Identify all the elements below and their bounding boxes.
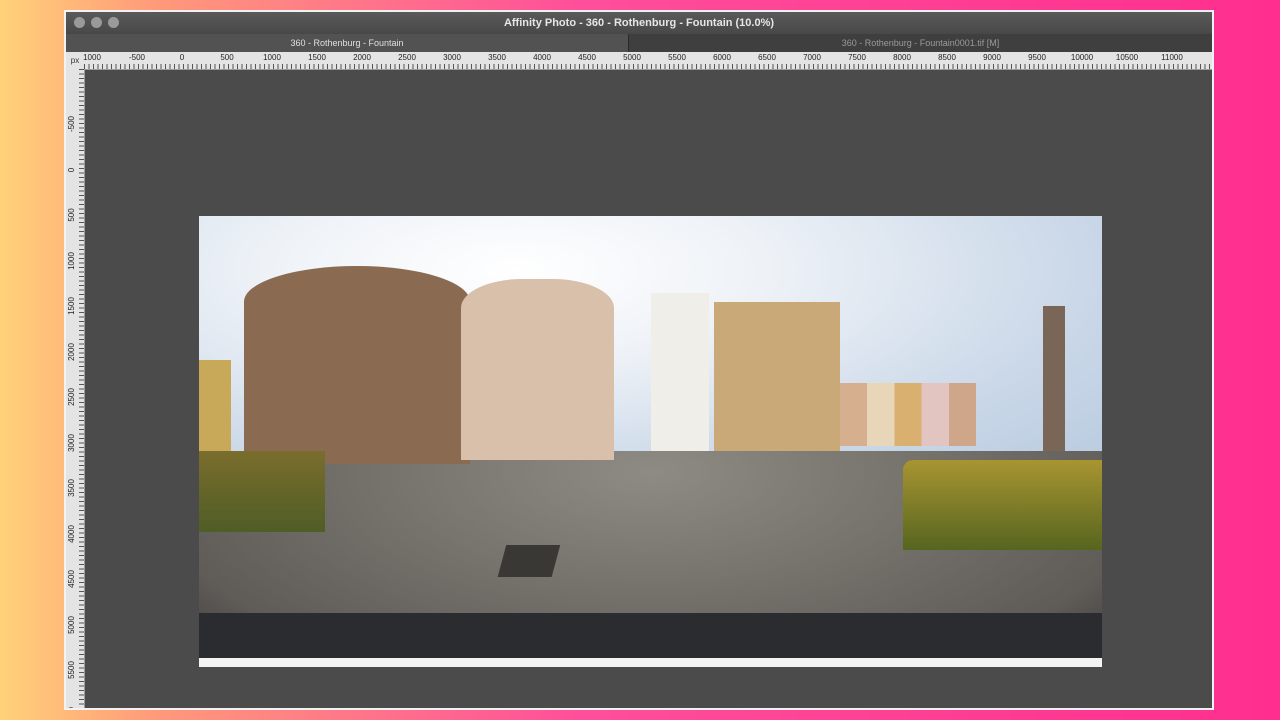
vertical-ruler-label: 2000	[67, 342, 76, 361]
image-white-tower	[650, 292, 710, 451]
vertical-ruler-label: 5000	[67, 615, 76, 634]
ruler-unit: px	[66, 52, 84, 69]
horizontal-ruler-label: 10500	[1115, 53, 1139, 62]
vertical-ruler-label: 1000	[67, 251, 76, 270]
app-window: Affinity Photo - 360 - Rothenburg - Foun…	[64, 10, 1214, 710]
horizontal-ruler-ticks	[84, 64, 1212, 69]
image-fountain-column	[1043, 306, 1065, 451]
horizontal-ruler-label: 9500	[1028, 53, 1046, 62]
horizontal-ruler-label: 4500	[578, 53, 596, 62]
vertical-ruler-label: 4500	[67, 570, 76, 588]
minimize-window-button[interactable]	[91, 17, 102, 28]
horizontal-ruler-label: 0	[179, 53, 185, 62]
horizontal-ruler-label: 2000	[353, 53, 371, 62]
vertical-ruler-label: 3000	[67, 433, 76, 452]
horizontal-ruler-label: 6500	[758, 53, 776, 62]
horizontal-ruler-label: 500	[220, 53, 234, 62]
tab-fountain-tif[interactable]: 360 - Rothenburg - Fountain0001.tif [M]	[628, 34, 1212, 52]
vertical-ruler-label: 1500	[67, 297, 76, 315]
document-tabs: 360 - Rothenburg - Fountain 360 - Rothen…	[66, 34, 1212, 52]
horizontal-ruler[interactable]: 1000 -500 0 500 1000 1500 2000 2500 3000 3500 4000…	[83, 52, 1212, 70]
horizontal-ruler-label: 7000	[803, 53, 821, 62]
vertical-ruler-label: 0	[67, 167, 76, 172]
vertical-ruler-label: 5500	[67, 661, 76, 679]
vertical-ruler-label: 2500	[67, 388, 76, 406]
vertical-ruler-label: 4000	[67, 524, 76, 543]
image-timbered-house	[244, 265, 470, 465]
vertical-ruler-label: 500	[67, 208, 76, 222]
horizontal-ruler-label: 1500	[308, 53, 326, 62]
image-drain-grate	[497, 545, 560, 577]
horizontal-ruler-label: 6000	[713, 53, 731, 62]
window-title: Affinity Photo - 360 - Rothenburg - Foun…	[503, 17, 775, 29]
horizontal-ruler-label: 7500	[848, 53, 866, 62]
horizontal-ruler-label: 8000	[893, 53, 911, 62]
horizontal-ruler-label: 1000	[263, 53, 281, 62]
vertical-ruler[interactable]: -500 0 500 1000 1500 2000 2500 3000 3500 4000 4500…	[66, 69, 85, 708]
zoom-window-button[interactable]	[108, 17, 119, 28]
horizontal-ruler-label: 11000	[1161, 53, 1183, 62]
vertical-ruler-label: 6000	[67, 707, 76, 708]
image-row-houses	[840, 382, 976, 446]
horizontal-ruler-label: 1000	[83, 53, 101, 62]
horizontal-ruler-label: 4000	[533, 53, 551, 62]
image-marien-apotheke	[460, 279, 615, 460]
horizontal-ruler-label: -500	[128, 53, 146, 62]
horizontal-ruler-label: 3000	[443, 53, 461, 62]
horizontal-ruler-label: 2500	[398, 53, 416, 62]
horizontal-ruler-label: 9000	[983, 53, 1001, 62]
horizontal-ruler-label: 5500	[668, 53, 686, 62]
horizontal-ruler-label: 10000	[1070, 53, 1094, 62]
image-building-left-edge	[199, 360, 231, 451]
vertical-ruler-ticks	[79, 69, 84, 708]
image-fountain-pool-right	[903, 459, 1102, 550]
panorama-image[interactable]	[199, 216, 1102, 667]
vertical-ruler-label: -500	[67, 115, 76, 133]
image-bottom-edge	[199, 657, 1102, 667]
close-window-button[interactable]	[74, 17, 85, 28]
horizontal-ruler-label: 3500	[488, 53, 506, 62]
tab-fountain[interactable]: 360 - Rothenburg - Fountain	[66, 34, 628, 52]
vertical-ruler-label: 3500	[67, 479, 76, 497]
horizontal-ruler-label: 8500	[938, 53, 956, 62]
window-controls	[74, 17, 119, 28]
canvas-area[interactable]	[85, 70, 1212, 708]
title-bar[interactable]: Affinity Photo - 360 - Rothenburg - Foun…	[66, 12, 1212, 34]
horizontal-ruler-label: 5000	[623, 53, 641, 62]
image-fountain-pool-left	[199, 450, 326, 532]
image-town-hall	[713, 301, 841, 451]
